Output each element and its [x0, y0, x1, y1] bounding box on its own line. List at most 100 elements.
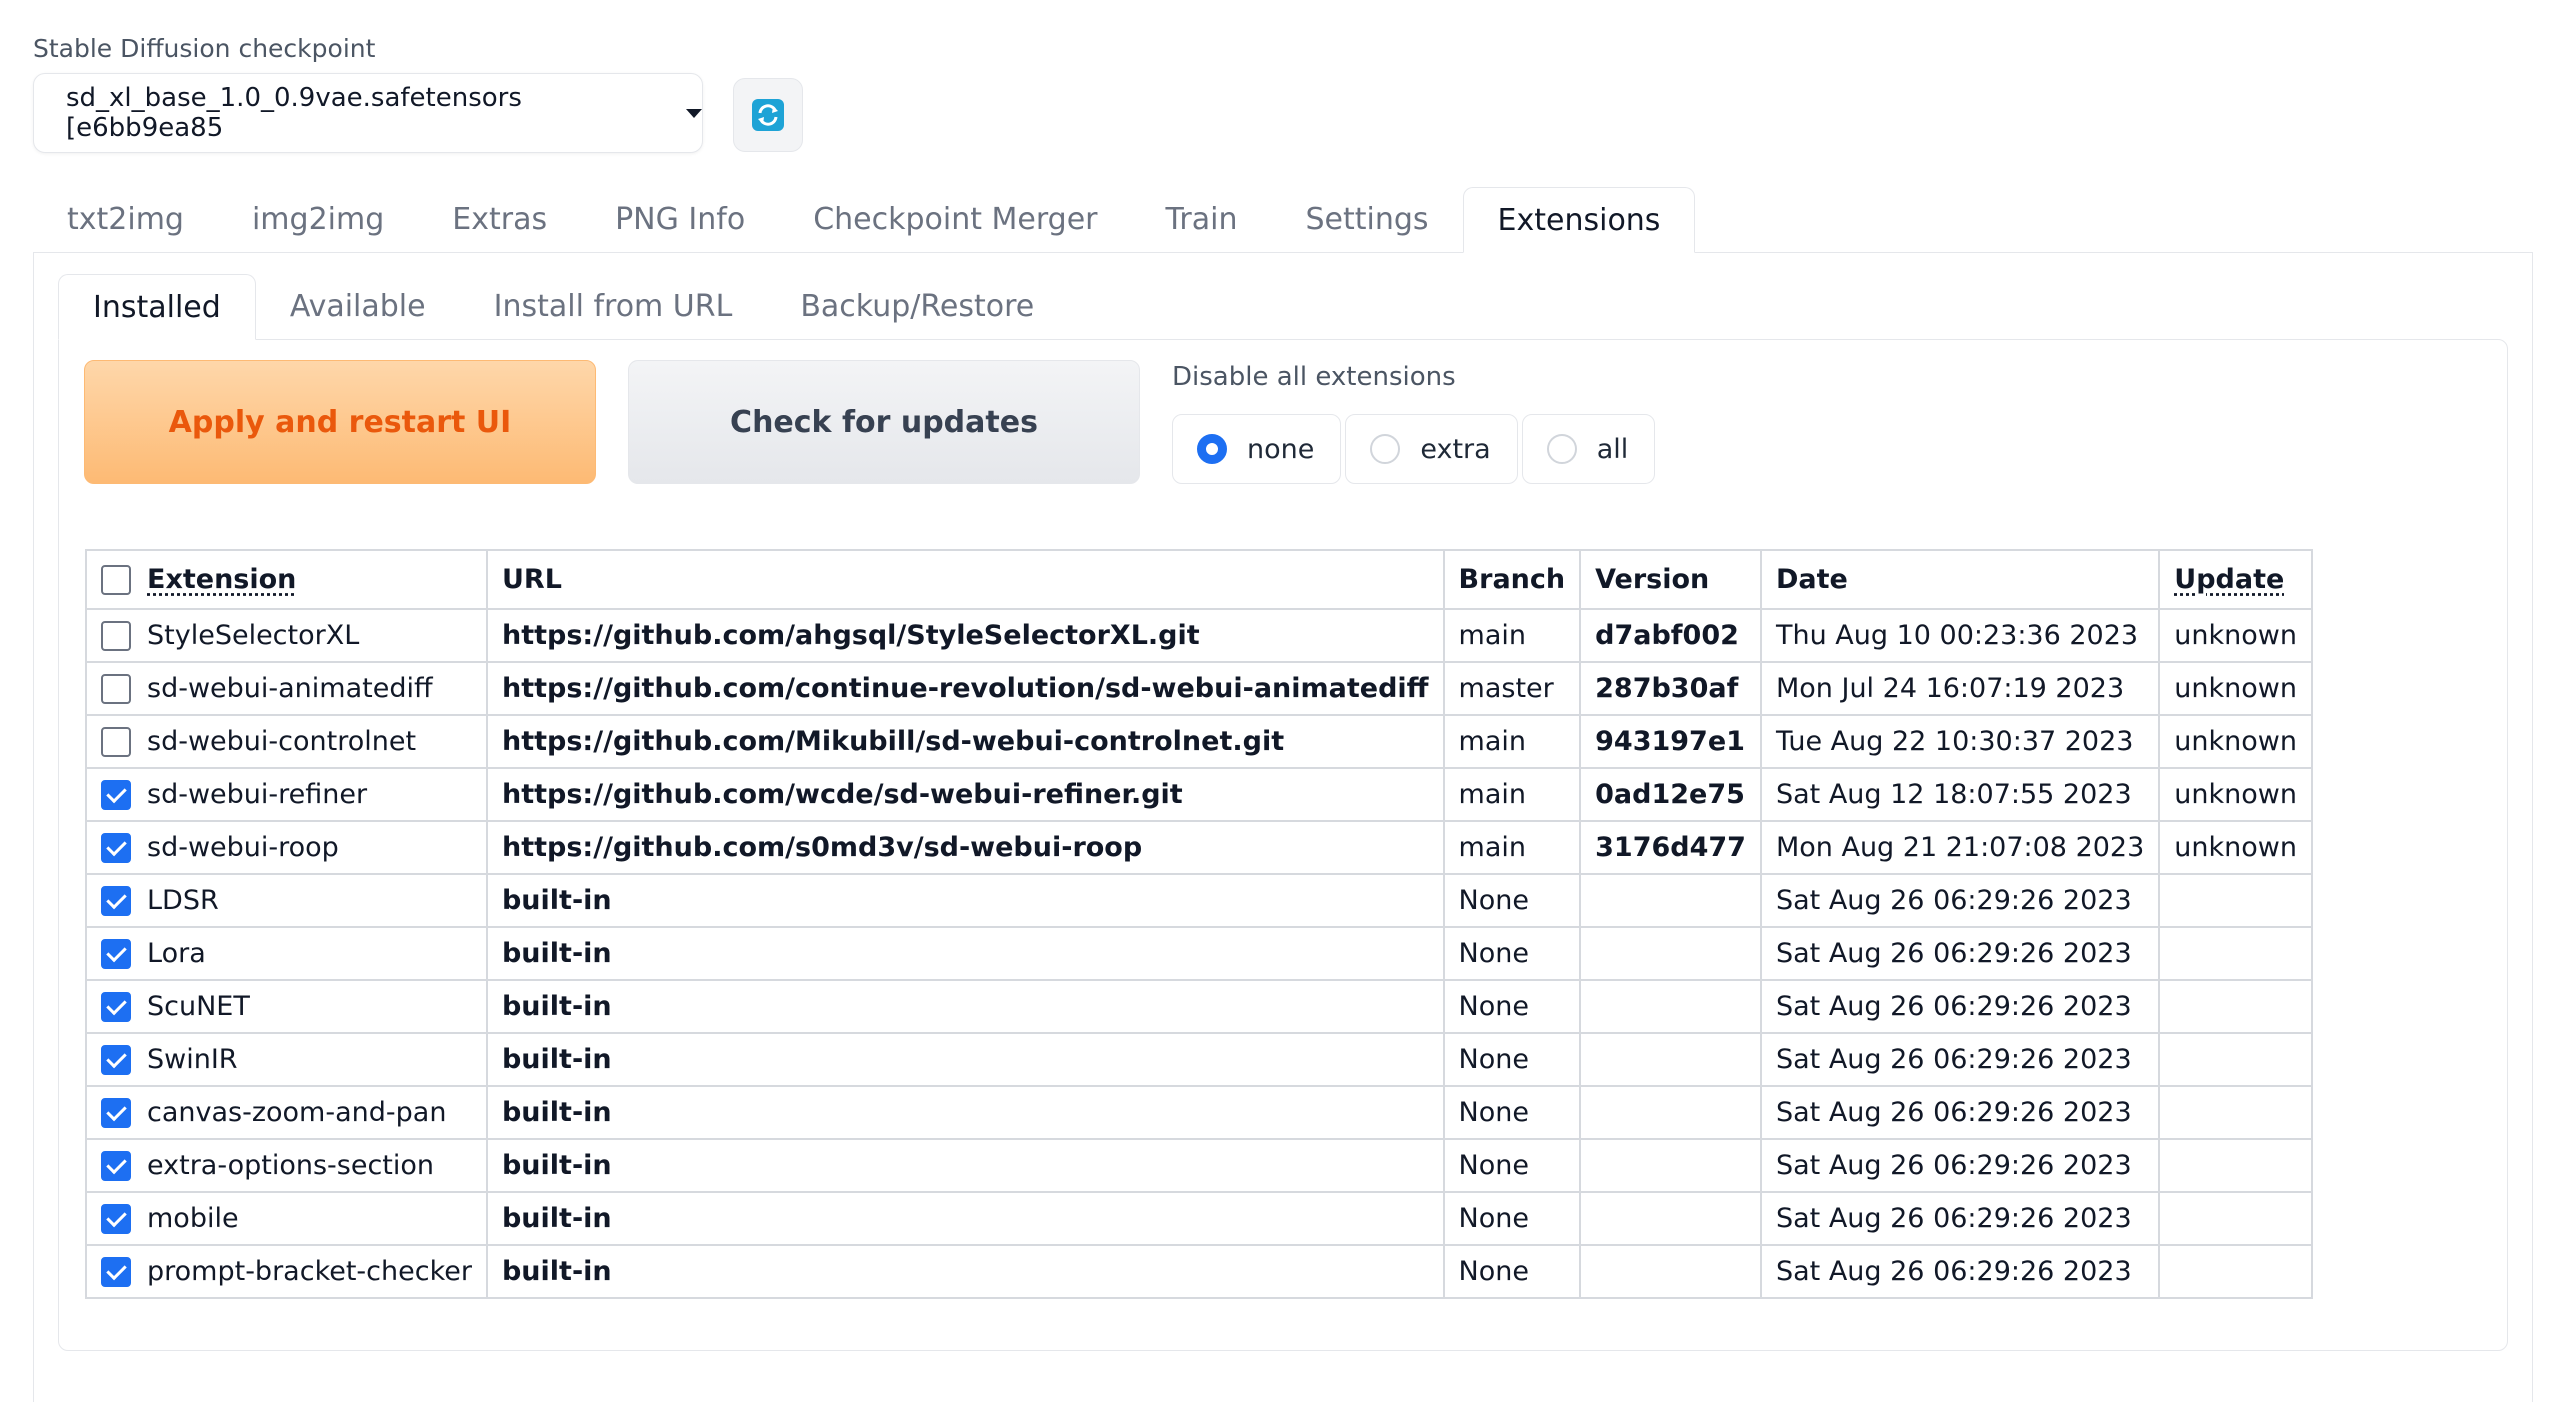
extension-update: unknown	[2158, 767, 2313, 822]
extension-date: Sat Aug 26 06:29:26 2023	[1759, 1191, 2161, 1246]
tab-img2img[interactable]: img2img	[218, 187, 418, 253]
radio-all[interactable]: all	[1521, 414, 1656, 484]
tab-settings[interactable]: Settings	[1271, 187, 1462, 253]
extension-name: Lora	[147, 938, 206, 969]
table-row: sd-webui-animatediff https://github.com/c…	[85, 661, 2313, 716]
extension-version: 287b30af	[1579, 661, 1762, 716]
tab-txt2img[interactable]: txt2img	[33, 187, 218, 253]
tab-extras[interactable]: Extras	[418, 187, 581, 253]
extension-url: built-in	[485, 873, 1445, 928]
extension-cell: prompt-bracket-checker	[85, 1244, 488, 1299]
extension-url: built-in	[485, 926, 1445, 981]
extension-name: sd-webui-animatediff	[147, 673, 433, 704]
extension-branch: None	[1442, 1244, 1582, 1299]
extension-branch: None	[1442, 1191, 1582, 1246]
table-row: sd-webui-controlnet https://github.com/Mi…	[85, 714, 2313, 769]
extension-update	[2158, 1032, 2313, 1087]
header-update-label: Update	[2174, 564, 2285, 595]
extension-cell: sd-webui-roop	[85, 820, 488, 875]
extension-enable-checkbox[interactable]	[101, 832, 131, 863]
extension-cell: canvas-zoom-and-pan	[85, 1085, 488, 1140]
subtab-available[interactable]: Available	[256, 274, 460, 340]
extension-branch: None	[1442, 1032, 1582, 1087]
extension-cell: extra-options-section	[85, 1138, 488, 1193]
extension-cell: sd-webui-animatediff	[85, 661, 488, 716]
extension-url: https://github.com/continue-revolution/s…	[485, 661, 1445, 716]
subtab-backup-restore[interactable]: Backup/Restore	[766, 274, 1068, 340]
chevron-down-icon	[686, 108, 702, 118]
extension-branch: None	[1442, 873, 1582, 928]
tab-checkpoint-merger[interactable]: Checkpoint Merger	[779, 187, 1131, 253]
table-row: prompt-bracket-checker built-in None Sat Au…	[85, 1244, 2313, 1299]
tab-train[interactable]: Train	[1132, 187, 1272, 253]
extension-version	[1579, 1138, 1762, 1193]
radio-label: extra	[1420, 433, 1491, 465]
extension-url: built-in	[485, 979, 1445, 1034]
extension-enable-checkbox[interactable]	[101, 726, 131, 757]
extensions-table: Extension URL Branch Version Date Update…	[85, 549, 2313, 1299]
extension-name: LDSR	[147, 885, 219, 916]
extension-date: Thu Aug 10 00:23:36 2023	[1759, 608, 2161, 663]
header-branch: Branch	[1442, 549, 1582, 610]
check-for-updates-button[interactable]: Check for updates	[628, 360, 1140, 484]
extension-enable-checkbox[interactable]	[101, 991, 131, 1022]
extension-enable-checkbox[interactable]	[101, 1203, 131, 1234]
header-extension-label: Extension	[147, 564, 297, 595]
extension-url: https://github.com/wcde/sd-webui-refiner…	[485, 767, 1445, 822]
radio-label: none	[1247, 433, 1315, 465]
extension-branch: None	[1442, 1138, 1582, 1193]
extension-branch: main	[1442, 820, 1582, 875]
extension-version	[1579, 926, 1762, 981]
radio-none[interactable]: none	[1172, 414, 1342, 484]
header-version: Version	[1579, 549, 1762, 610]
extension-cell: sd-webui-refiner	[85, 767, 488, 822]
extension-enable-checkbox[interactable]	[101, 673, 131, 704]
extension-name: sd-webui-refiner	[147, 779, 368, 810]
radio-extra[interactable]: extra	[1345, 414, 1518, 484]
header-url: URL	[485, 549, 1445, 610]
extension-enable-checkbox[interactable]	[101, 1256, 131, 1287]
table-row: ScuNET built-in None Sat Aug 26 06:29:26 20…	[85, 979, 2313, 1034]
table-header-row: Extension URL Branch Version Date Update	[85, 549, 2313, 610]
apply-and-restart-button[interactable]: Apply and restart UI	[84, 360, 596, 484]
extension-enable-checkbox[interactable]	[101, 620, 131, 651]
extension-update	[2158, 1138, 2313, 1193]
tab-png-info[interactable]: PNG Info	[581, 187, 779, 253]
extension-enable-checkbox[interactable]	[101, 885, 131, 916]
extension-update	[2158, 1191, 2313, 1246]
checkpoint-label: Stable Diffusion checkpoint	[33, 34, 376, 63]
extension-subtabs: Installed Available Install from URL Bac…	[58, 274, 1068, 340]
extension-version: 943197e1	[1579, 714, 1762, 769]
extension-branch: main	[1442, 608, 1582, 663]
tab-extensions[interactable]: Extensions	[1462, 187, 1696, 253]
extension-cell: StyleSelectorXL	[85, 608, 488, 663]
extension-url: built-in	[485, 1244, 1445, 1299]
extension-branch: main	[1442, 767, 1582, 822]
extension-version: 0ad12e75	[1579, 767, 1762, 822]
extension-name: sd-webui-controlnet	[147, 726, 417, 757]
refresh-icon	[752, 99, 784, 131]
extension-update: unknown	[2158, 820, 2313, 875]
extension-branch: None	[1442, 979, 1582, 1034]
select-all-checkbox[interactable]	[101, 564, 131, 595]
subtab-install-from-url[interactable]: Install from URL	[460, 274, 767, 340]
extension-url: built-in	[485, 1138, 1445, 1193]
table-row: SwinIR built-in None Sat Aug 26 06:29:26 20…	[85, 1032, 2313, 1087]
extension-enable-checkbox[interactable]	[101, 779, 131, 810]
extension-enable-checkbox[interactable]	[101, 938, 131, 969]
extension-enable-checkbox[interactable]	[101, 1044, 131, 1075]
refresh-checkpoint-button[interactable]	[733, 78, 803, 152]
extension-update	[2158, 979, 2313, 1034]
extension-date: Sat Aug 26 06:29:26 2023	[1759, 1244, 2161, 1299]
subtab-installed[interactable]: Installed	[58, 274, 256, 340]
main-tabs: txt2img img2img Extras PNG Info Checkpoi…	[33, 187, 1696, 253]
checkpoint-dropdown[interactable]: sd_xl_base_1.0_0.9vae.safetensors [e6bb9…	[33, 73, 703, 153]
extension-name: mobile	[147, 1203, 239, 1234]
extension-enable-checkbox[interactable]	[101, 1150, 131, 1181]
extension-date: Sat Aug 26 06:29:26 2023	[1759, 926, 2161, 981]
extension-version	[1579, 873, 1762, 928]
extension-enable-checkbox[interactable]	[101, 1097, 131, 1128]
table-row: canvas-zoom-and-pan built-in None Sat Aug 2…	[85, 1085, 2313, 1140]
extension-cell: SwinIR	[85, 1032, 488, 1087]
extension-date: Sat Aug 26 06:29:26 2023	[1759, 1032, 2161, 1087]
